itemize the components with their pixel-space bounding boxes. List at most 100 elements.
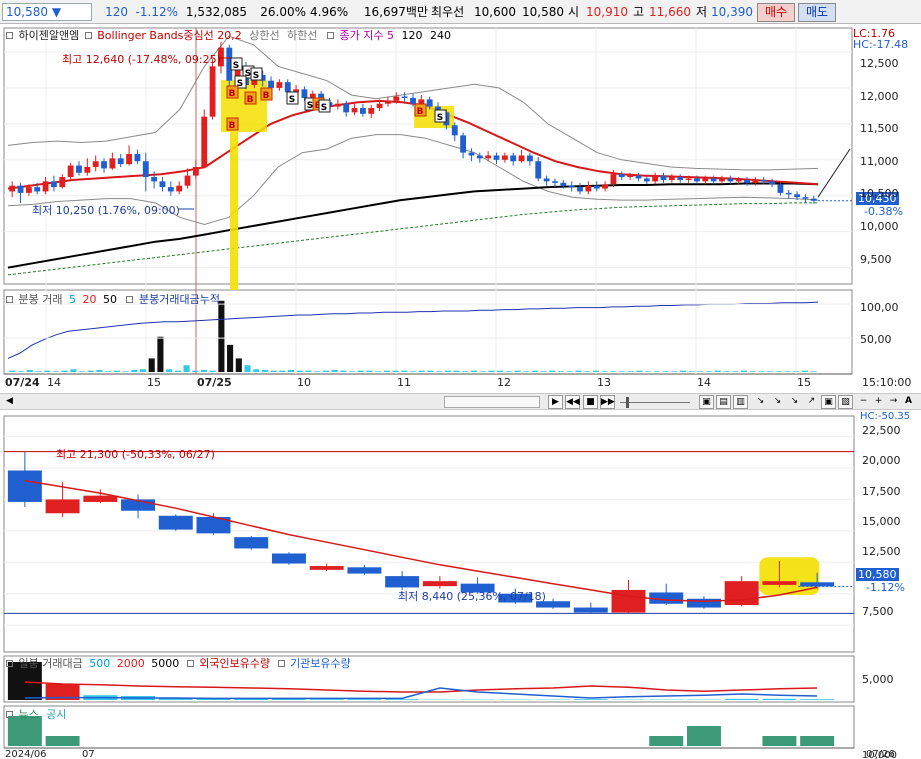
- volume-bar: [105, 371, 112, 372]
- turnover-rate: 26.00%: [260, 5, 306, 19]
- collapse-icon[interactable]: [6, 32, 13, 39]
- candle: [83, 495, 118, 502]
- candle: [184, 175, 191, 186]
- candle: [51, 181, 57, 188]
- tool-icon[interactable]: ▥: [733, 395, 748, 409]
- draw-line-icon[interactable]: ↗: [804, 395, 819, 409]
- y-tick: 10,500: [860, 187, 899, 200]
- signal-label: B: [417, 107, 424, 117]
- scroll-thumb[interactable]: [444, 396, 540, 408]
- tool-icon[interactable]: ▣: [821, 395, 836, 409]
- scroll-right-icon[interactable]: ▶: [548, 395, 563, 409]
- volume-bar: [444, 370, 451, 372]
- collapse-icon[interactable]: [126, 296, 134, 303]
- candle: [660, 175, 667, 180]
- candle: [17, 185, 24, 193]
- candle: [593, 185, 600, 189]
- volume-bar: [523, 371, 530, 372]
- collapse-icon[interactable]: [6, 660, 13, 667]
- y-tick: 12,500: [862, 545, 901, 558]
- draw-line-icon[interactable]: ↘: [770, 395, 785, 409]
- x-label: 07/25: [197, 376, 232, 389]
- draw-line-icon[interactable]: ↘: [753, 395, 768, 409]
- daily-hc-tag: HC:-50.35: [860, 411, 911, 421]
- candle: [385, 100, 391, 104]
- candle: [351, 108, 358, 113]
- volume-bar: [288, 369, 295, 372]
- arrow-left-icon[interactable]: →: [886, 395, 901, 409]
- stop-icon[interactable]: ■: [583, 395, 598, 409]
- signal-label: S: [437, 113, 443, 123]
- candle: [117, 158, 124, 165]
- collapse-icon[interactable]: [277, 660, 285, 667]
- candle: [685, 178, 692, 180]
- candle: [276, 82, 283, 88]
- draw-line-icon[interactable]: ↘: [787, 395, 802, 409]
- zoom-slider[interactable]: [620, 396, 692, 408]
- signal-label: S: [307, 101, 313, 111]
- high-price: 11,660: [649, 5, 691, 19]
- candle: [151, 177, 158, 182]
- y-tick: 15,000: [862, 515, 901, 528]
- volume-bar: [810, 371, 817, 372]
- candle: [744, 179, 750, 183]
- candle: [34, 187, 41, 192]
- candle: [126, 154, 133, 165]
- candle: [577, 187, 583, 192]
- volume-bar: [296, 370, 303, 372]
- volume-bar: [584, 371, 591, 372]
- signal-label: B: [229, 121, 236, 131]
- volume-bar: [148, 358, 155, 372]
- sell-button[interactable]: 매도: [798, 3, 836, 22]
- candle: [611, 589, 646, 613]
- volume-bar: [800, 699, 835, 700]
- trade-amount: 16,697백만: [363, 5, 428, 19]
- volume-bar: [340, 370, 347, 372]
- volume-bar: [392, 370, 399, 372]
- buy-button[interactable]: 매수: [757, 3, 795, 22]
- y-tick: 12,500: [860, 57, 899, 70]
- price-field[interactable]: 10,580 ▼: [2, 3, 92, 21]
- volume-bar: [575, 370, 582, 372]
- best-quote-label: 최우선: [431, 5, 465, 19]
- candle: [785, 192, 792, 195]
- collapse-icon[interactable]: [186, 660, 194, 667]
- volume-bar: [70, 369, 77, 372]
- zoom-out-icon[interactable]: −: [856, 395, 871, 409]
- daily-chart[interactable]: [0, 412, 921, 759]
- y-tick: 9,500: [860, 253, 892, 266]
- high-label: 고: [633, 5, 645, 19]
- volume-bar: [801, 370, 808, 372]
- volume-bar: [453, 370, 460, 372]
- volume-bar: [724, 698, 759, 700]
- collapse-icon[interactable]: [6, 711, 13, 718]
- vol-tick: 50,00: [860, 333, 892, 346]
- scroll-left-icon[interactable]: ◀: [2, 395, 17, 409]
- zoom-in-icon[interactable]: +: [871, 395, 886, 409]
- collapse-icon[interactable]: [6, 296, 13, 303]
- bb-lower-label: 하한선: [287, 29, 318, 42]
- auto-scale-icon[interactable]: A: [901, 395, 916, 409]
- collapse-icon[interactable]: [327, 32, 334, 39]
- candle: [552, 181, 558, 183]
- volume-bar: [87, 370, 94, 372]
- collapse-icon[interactable]: [84, 32, 92, 39]
- low-label: 저: [696, 5, 708, 19]
- x-label: 07/24: [5, 376, 40, 389]
- news-pane: [3, 705, 855, 749]
- volume-bar: [348, 371, 356, 372]
- volume-bar: [497, 370, 504, 372]
- rewind-icon[interactable]: ◀◀: [565, 395, 580, 409]
- volume-bar: [706, 371, 713, 372]
- candle: [802, 197, 809, 199]
- bb-mid-label: Bollinger Bands중심선 20,2: [97, 29, 242, 42]
- tool-icon[interactable]: ▤: [716, 395, 731, 409]
- quote-bar: 10,580 ▼ 120 -1.12% 1,532,085 26.00% 4.9…: [0, 0, 921, 24]
- tool-icon[interactable]: ▧: [838, 395, 853, 409]
- forward-icon[interactable]: ▶▶: [600, 395, 615, 409]
- volume-bar: [566, 371, 573, 372]
- volume-bar: [139, 369, 147, 372]
- volume-bar: [401, 370, 408, 372]
- tool-icon[interactable]: ▣: [699, 395, 714, 409]
- candle: [9, 185, 16, 192]
